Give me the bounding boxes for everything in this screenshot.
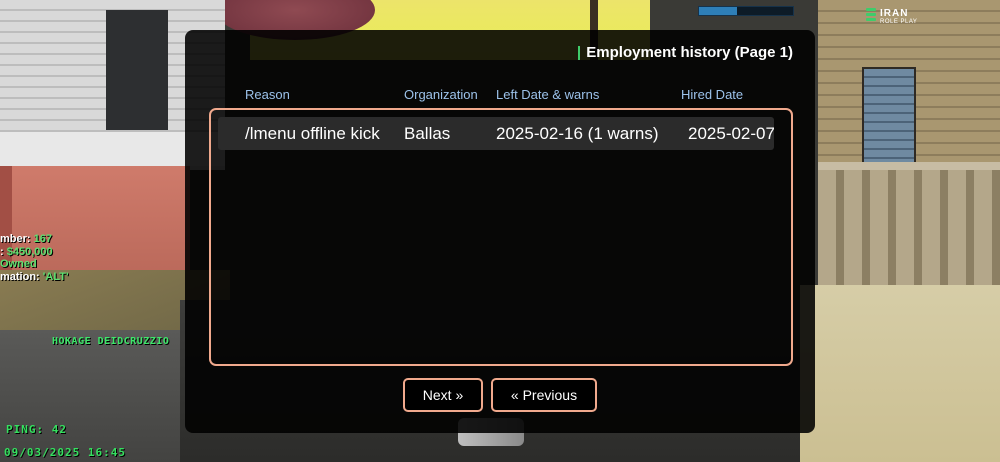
balcony-balustrade [818,170,1000,285]
column-header-left-date: Left Date & warns [496,87,600,102]
cell-organization: Ballas [404,124,451,143]
info-line-owned: Owned [0,258,37,270]
logo-icon [866,8,876,22]
date-time-readout: 09/03/2025 16:45 [4,446,126,459]
building-right-window [862,67,916,164]
building-left-window [106,10,168,130]
dialog-title: Employment history (Page 1) [586,44,793,61]
info-line-number: mber: 167 [0,233,52,245]
hud-progress-bar [698,6,794,16]
next-button[interactable]: Next » [403,378,483,412]
previous-button[interactable]: « Previous [491,378,597,412]
column-header-reason: Reason [245,87,290,102]
info-line-animation: mation: 'ALT' [0,270,69,283]
player-info-panel: mber: 167 : $450,000 Owned mation: 'ALT' [0,233,69,283]
title-accent-bar [578,45,581,60]
history-list[interactable]: /lmenu offline kick Ballas 2025-02-16 (1… [209,108,793,366]
ping-readout: PING: 42 [6,423,67,436]
sidewalk-right [800,285,1000,462]
employment-history-dialog: Employment history (Page 1) Reason Organ… [185,30,815,433]
cell-hired-date: 2025-02-07 [688,124,774,143]
column-header-hired-date: Hired Date [681,87,744,102]
logo-subtitle: ROLE PLAY [880,19,918,25]
info-line-money: : $450,000 [0,245,53,258]
dialog-header: Employment history (Page 1) [578,44,793,61]
column-header-organization: Organization [404,87,478,102]
player-nametag: HOKAGE DEIDCRUZZIO [52,336,170,347]
hud-progress-fill [699,7,737,15]
logo-title: IRAN [880,8,909,19]
cell-left-date: 2025-02-16 (1 warns) [496,124,659,143]
list-item[interactable]: /lmenu offline kick Ballas 2025-02-16 (1… [218,117,774,150]
cell-reason: /lmenu offline kick [245,124,380,143]
